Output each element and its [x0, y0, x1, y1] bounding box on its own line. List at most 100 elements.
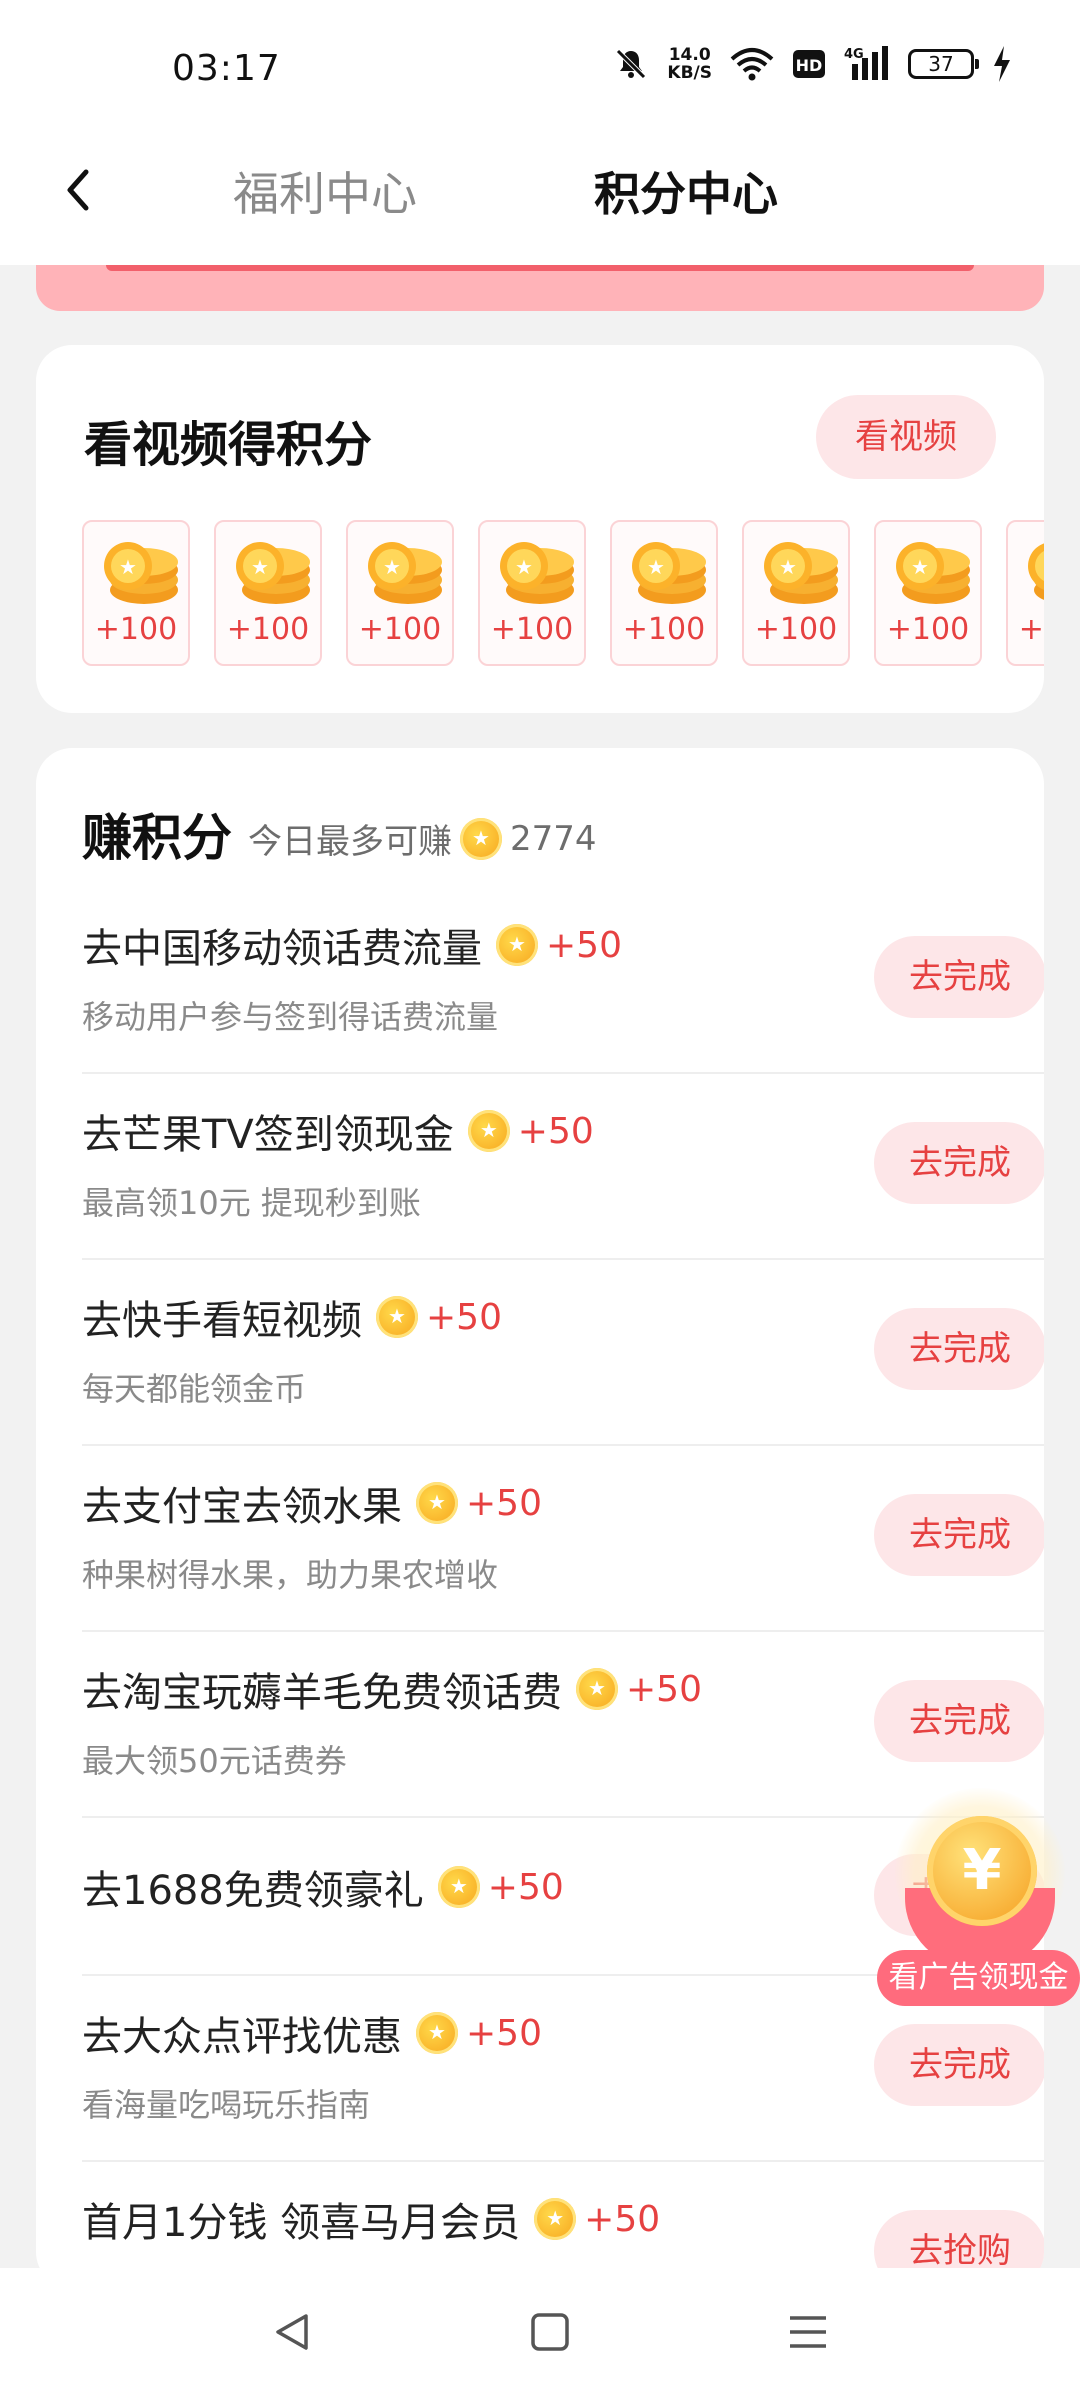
tab-welfare-center[interactable]: 福利中心 [233, 158, 417, 224]
task-item[interactable]: 去支付宝去领水果 +50 种果树得水果，助力果农增收 去完成 [82, 1446, 1044, 1632]
video-reward-tile[interactable]: ★ +100 [742, 520, 850, 666]
charging-icon [992, 46, 1012, 82]
task-complete-button[interactable]: 去完成 [874, 1122, 1044, 1204]
bell-muted-icon [613, 46, 649, 82]
reward-amount: +100 [1018, 612, 1044, 647]
svg-text:★: ★ [647, 555, 665, 579]
banner-button-edge [106, 265, 974, 271]
video-reward-tile[interactable]: ★ +100 [346, 520, 454, 666]
battery-icon: 37 [908, 49, 979, 79]
task-points: +50 [626, 1668, 702, 1710]
task-title: 去大众点评找优惠 +50 [82, 2004, 542, 2062]
coin-stack-icon: ★ [1028, 543, 1044, 600]
task-title: 去芒果TV签到领现金 +50 [82, 1102, 594, 1160]
reward-amount: +100 [622, 612, 706, 647]
video-section-title: 看视频得积分 [84, 417, 373, 473]
top-banner[interactable] [36, 265, 1044, 311]
task-item[interactable]: 去快手看短视频 +50 每天都能领金币 去完成 [82, 1260, 1044, 1446]
coin-stack-icon: ★ [632, 542, 706, 604]
reward-amount: +100 [490, 612, 574, 647]
coin-icon [460, 817, 502, 860]
task-points: +50 [426, 1296, 502, 1338]
task-points: +50 [517, 1110, 594, 1152]
earn-points-card: 赚积分 今日最多可赚 2774 去中国移动领话费流量 +50 移动用户参与签到得话… [36, 748, 1044, 2288]
reward-amount: +100 [94, 612, 178, 647]
coin-stack-icon: ★ [500, 542, 574, 604]
menu-lines-icon[interactable] [784, 2308, 832, 2356]
coin-stack-icon: ★ [104, 542, 178, 604]
video-reward-tile[interactable]: ★ +100 [478, 520, 586, 666]
floating-ad-label[interactable]: 看广告领现金 [877, 1950, 1080, 2006]
task-points: +50 [584, 2198, 661, 2240]
task-title: 去快手看短视频 +50 [82, 1288, 502, 1346]
status-bar: 03:17 14.0 KB/S HD 4G 37 [0, 0, 1080, 140]
task-complete-button[interactable]: 去完成 [874, 1680, 1044, 1762]
task-title: 去支付宝去领水果 +50 [82, 1474, 542, 1532]
svg-text:★: ★ [1043, 555, 1044, 579]
reward-amount: +100 [358, 612, 442, 647]
task-desc: 种果树得水果，助力果农增收 [82, 1556, 499, 1594]
coin-stack-icon: ★ [764, 542, 838, 604]
svg-text:★: ★ [515, 555, 533, 579]
coin-icon [576, 1668, 618, 1710]
earn-section-subtitle: 今日最多可赚 2774 [248, 814, 597, 863]
svg-text:★: ★ [383, 555, 401, 579]
video-reward-row: ★ +100 ★ +100 ★ +100 ★ +100 ★ +100 ★ +10… [82, 520, 1044, 666]
task-title-text: 去芒果TV签到领现金 [82, 1112, 454, 1158]
video-points-card: 看视频得积分 看视频 ★ +100 ★ +100 ★ +100 ★ +100 ★… [36, 345, 1044, 713]
svg-text:★: ★ [779, 555, 797, 579]
task-desc: 最高领10元 提现秒到账 [82, 1184, 421, 1222]
task-points: +50 [487, 1866, 564, 1908]
coin-icon [437, 1866, 480, 1908]
wifi-icon [730, 47, 774, 81]
earn-section-title: 赚积分 [82, 809, 232, 867]
task-title-text: 去大众点评找优惠 [82, 2014, 402, 2060]
reward-amount: +100 [886, 612, 970, 647]
net-speed-value: 14.0 [668, 45, 711, 65]
coin-icon [496, 924, 538, 966]
back-triangle-icon[interactable] [268, 2308, 316, 2356]
task-desc: 看海量吃喝玩乐指南 [82, 2086, 371, 2124]
task-complete-button[interactable]: 去完成 [874, 2024, 1044, 2106]
video-reward-tile[interactable]: ★ +100 [874, 520, 982, 666]
video-reward-tile[interactable]: ★ +100 [610, 520, 718, 666]
task-complete-button[interactable]: 去完成 [874, 1494, 1044, 1576]
task-points: +50 [546, 924, 622, 966]
task-complete-button[interactable]: 去完成 [874, 1308, 1044, 1390]
coin-stack-icon: ★ [368, 542, 442, 604]
task-title: 去1688免费领豪礼 +50 [82, 1858, 564, 1916]
video-reward-tile[interactable]: ★ +100 [214, 520, 322, 666]
status-icons: 14.0 KB/S HD 4G 37 [613, 46, 1012, 82]
coin-icon [416, 1482, 458, 1524]
video-reward-tile[interactable]: ★ +100 [82, 520, 190, 666]
coin-icon [376, 1296, 418, 1338]
task-title-text: 去快手看短视频 [82, 1298, 362, 1344]
video-reward-tile[interactable]: ★ +100 [1006, 520, 1044, 666]
net-speed-unit: KB/S [667, 63, 712, 83]
system-nav-bar [0, 2268, 1080, 2400]
task-title-text: 去支付宝去领水果 [82, 1484, 402, 1530]
tab-points-center[interactable]: 积分中心 [594, 158, 778, 224]
floating-ad-widget[interactable]: ¥ 看广告领现金 [875, 1788, 1080, 2018]
task-complete-button[interactable]: 去完成 [874, 936, 1044, 1018]
signal-icon: 4G [844, 46, 890, 82]
task-desc: 移动用户参与签到得话费流量 [82, 998, 499, 1036]
status-time: 03:17 [172, 48, 281, 89]
reward-amount: +100 [754, 612, 838, 647]
task-item[interactable]: 去中国移动领话费流量 +50 移动用户参与签到得话费流量 去完成 [82, 888, 1044, 1074]
home-square-icon[interactable] [526, 2308, 574, 2356]
task-points: +50 [466, 1482, 542, 1524]
hd-label: HD [796, 56, 823, 75]
yuan-coin-icon: ¥ [927, 1816, 1037, 1926]
chevron-left-icon [67, 169, 89, 211]
watch-video-button[interactable]: 看视频 [816, 395, 996, 479]
earn-max-points: 2774 [510, 818, 597, 859]
task-item[interactable]: 去芒果TV签到领现金 +50 最高领10元 提现秒到账 去完成 [82, 1074, 1044, 1260]
coin-icon [534, 2198, 577, 2240]
back-button[interactable] [56, 160, 106, 220]
svg-text:★: ★ [119, 555, 137, 579]
task-title: 首月1分钱 领喜马月会员 +50 [82, 2190, 660, 2248]
task-title-text: 去淘宝玩薅羊毛免费领话费 [82, 1670, 562, 1716]
task-desc: 最大领50元话费券 [82, 1742, 347, 1780]
header: 福利中心 积分中心 [0, 140, 1080, 265]
